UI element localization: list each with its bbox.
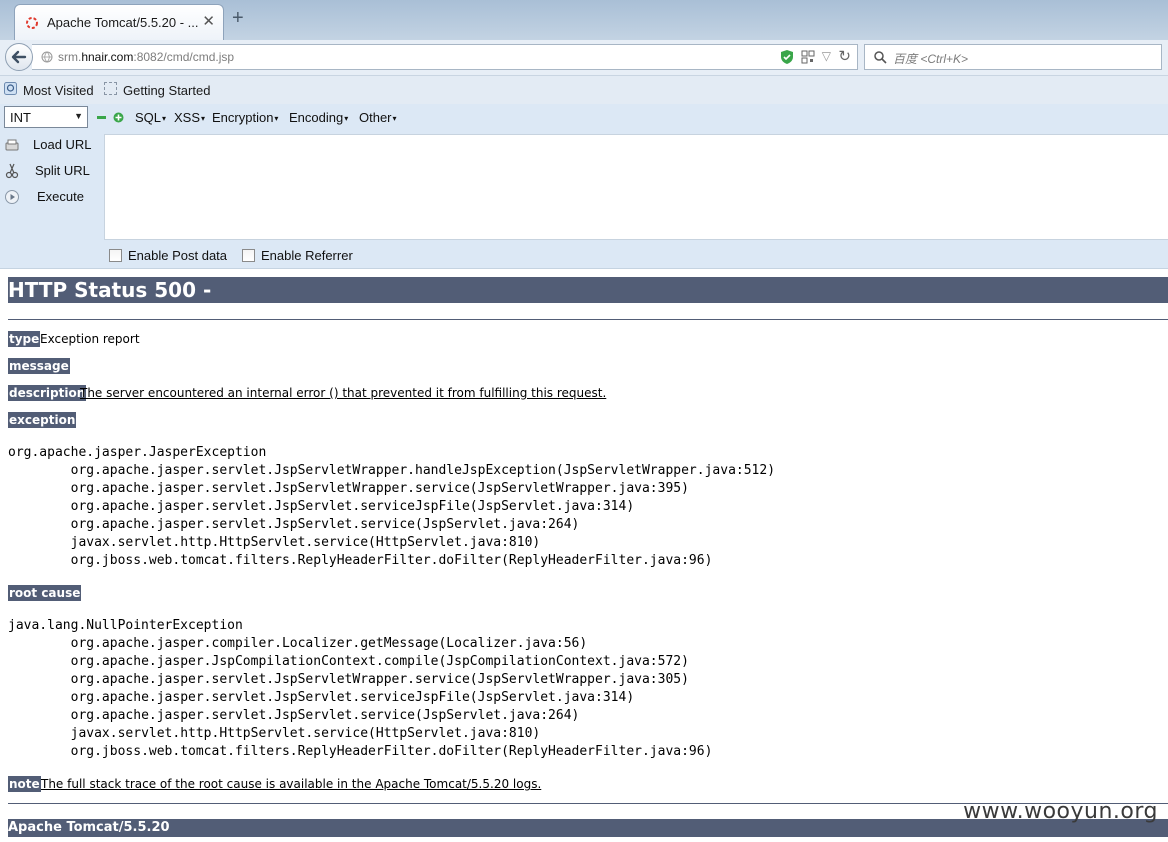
enable-referrer-checkbox[interactable] [242,249,255,262]
globe-icon [41,51,53,63]
split-url-button[interactable]: Split URL [0,160,100,182]
description-value: The server encountered an internal error… [80,386,607,400]
load-url-label: Load URL [33,137,92,152]
url-prefix: srm. [58,50,82,64]
enable-post-label: Enable Post data [128,248,228,263]
chevron-down-icon: ▾ [392,114,397,124]
play-icon [5,190,19,204]
enable-referrer-label: Enable Referrer [261,248,353,263]
tab-tomcat[interactable]: Apache Tomcat/5.5.20 - ... ✕ [14,4,224,40]
menu-sql[interactable]: SQL▾ [135,110,166,125]
tab-title: Apache Tomcat/5.5.20 - ... [47,15,199,30]
url-text[interactable]: srm.hnair.com:8082/cmd/cmd.jsp [58,50,234,64]
reload-icon[interactable]: ↻ [838,47,851,65]
tab-strip: Apache Tomcat/5.5.20 - ... ✕ + [0,0,1168,40]
close-icon[interactable]: ✕ [202,12,215,30]
menu-other[interactable]: Other▾ [359,110,397,125]
menu-sql-label: SQL [135,110,162,125]
chevron-down-icon: ▾ [201,114,206,124]
note-value: The full stack trace of the root cause i… [41,777,542,791]
url-bar[interactable]: srm.hnair.com:8082/cmd/cmd.jsp ▽ ↻ [32,44,858,70]
page-icon [104,82,117,95]
loading-icon [26,17,38,29]
menu-xss-label: XSS [174,110,201,125]
page-title: HTTP Status 500 - [8,278,212,302]
page-heading-bar: HTTP Status 500 - [8,277,1168,303]
most-visited-icon [4,82,17,95]
menu-other-label: Other [359,110,392,125]
menu-xss[interactable]: XSS▾ [174,110,205,125]
server-version: Apache Tomcat/5.5.20 [8,820,170,835]
execute-label: Execute [37,189,84,204]
bookmarks-toolbar: Most Visited Getting Started [0,76,1168,104]
description-label: description [8,385,87,401]
search-icon [874,51,887,64]
qr-code-icon[interactable] [801,50,815,64]
scissors-icon [5,163,19,179]
execute-button[interactable]: Execute [0,186,100,208]
load-url-icon [5,139,19,151]
exception-stack-trace: org.apache.jasper.JasperException org.ap… [8,445,776,568]
back-button[interactable] [5,43,33,71]
type-label: type [8,331,41,347]
chevron-down-icon: ▼ [74,111,83,121]
hackbar-select-value: INT [10,110,31,125]
chevron-down-icon: ▾ [344,114,349,124]
menu-encryption[interactable]: Encryption▾ [212,110,278,125]
new-tab-button[interactable]: + [232,8,244,28]
enable-post-checkbox[interactable] [109,249,122,262]
watermark: www.wooyun.org [963,799,1158,824]
shield-icon[interactable] [779,49,795,65]
page-content: HTTP Status 500 - type Exception report … [0,269,1168,842]
chevron-down-icon: ▾ [162,114,167,124]
hackbar-panel: INT ▼ SQL▾ XSS▾ Encryption▾ Encoding▾ Ot… [0,104,1168,269]
note-label: note [8,776,41,792]
hackbar-url-textarea[interactable] [104,134,1168,240]
navigation-bar: srm.hnair.com:8082/cmd/cmd.jsp ▽ ↻ 百度 <C… [0,40,1168,76]
root-cause-stack-trace: java.lang.NullPointerException org.apach… [8,618,713,759]
search-placeholder: 百度 <Ctrl+K> [893,52,969,66]
hackbar-type-select[interactable]: INT ▼ [4,106,88,128]
menu-encoding[interactable]: Encoding▾ [289,110,348,125]
load-url-button[interactable]: Load URL [0,134,100,156]
chevron-down-icon[interactable]: ▽ [822,49,831,63]
decrease-icon[interactable] [97,116,106,119]
exception-label: exception [8,412,77,428]
type-value: Exception report [40,332,140,346]
url-domain: hnair.com [81,50,134,64]
menu-encoding-label: Encoding [289,110,344,125]
split-url-label: Split URL [35,163,90,178]
url-path: :8082/cmd/cmd.jsp [133,50,235,64]
bookmark-most-visited[interactable]: Most Visited [23,83,94,98]
divider [8,319,1168,320]
bookmark-getting-started[interactable]: Getting Started [123,83,210,98]
increase-icon[interactable] [113,112,124,123]
message-label: message [8,358,70,374]
menu-encryption-label: Encryption [212,110,274,125]
search-bar[interactable]: 百度 <Ctrl+K> [864,44,1162,70]
back-arrow-icon [11,50,27,64]
root-cause-label: root cause [8,585,82,601]
chevron-down-icon: ▾ [274,114,279,124]
